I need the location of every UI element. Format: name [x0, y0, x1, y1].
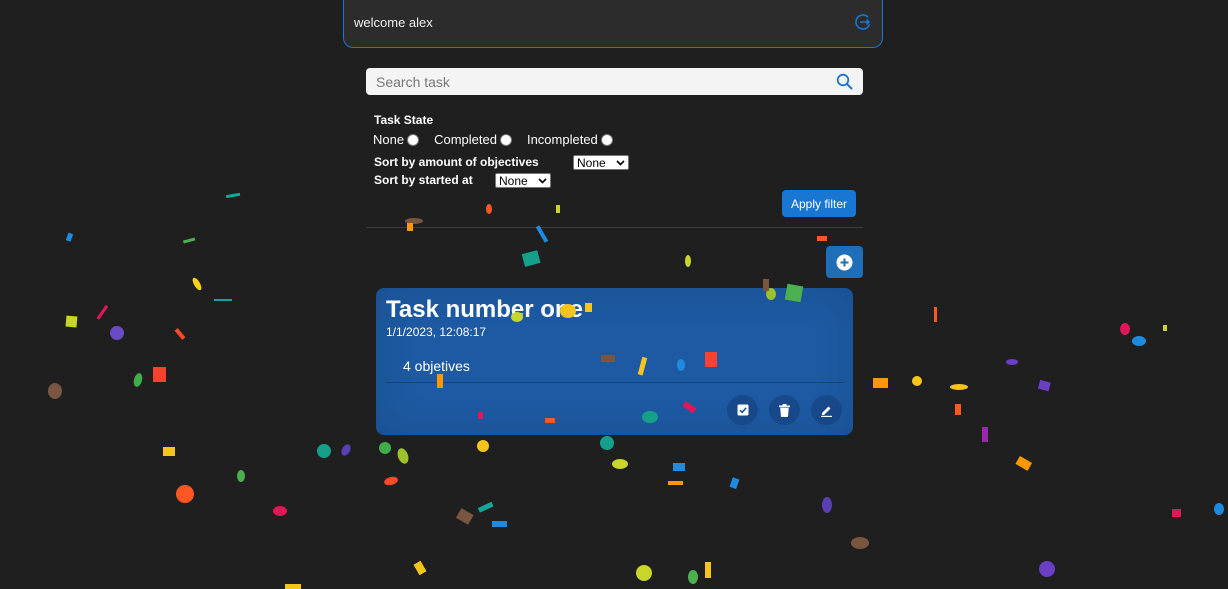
sort-started-select[interactable]: None	[495, 173, 551, 188]
sort-started-label: Sort by started at	[374, 173, 473, 187]
divider	[366, 227, 863, 228]
pencil-icon	[821, 406, 832, 417]
add-task-button[interactable]	[826, 246, 863, 278]
task-state-radio-group: None Completed Incompleted	[373, 132, 628, 147]
task-card[interactable]: Task number one 1/1/2023, 12:08:17 4 obj…	[376, 288, 853, 435]
sort-objectives-select[interactable]: None	[573, 155, 629, 170]
search-input[interactable]	[366, 68, 836, 95]
select-value: None	[499, 173, 528, 188]
search-icon[interactable]	[836, 73, 853, 90]
complete-task-button[interactable]	[727, 395, 758, 425]
chevron-down-icon	[538, 177, 547, 184]
checkbox-icon	[737, 404, 748, 416]
select-value: None	[577, 155, 606, 170]
plus-circle-icon	[836, 254, 853, 270]
chevron-down-icon	[616, 159, 625, 166]
logout-icon[interactable]	[854, 13, 872, 31]
task-state-heading: Task State	[374, 113, 434, 127]
task-title: Task number one	[386, 296, 583, 323]
radio-option-incompleted[interactable]: Incompleted	[527, 132, 613, 147]
delete-task-button[interactable]	[769, 395, 800, 425]
edit-task-button[interactable]	[811, 395, 842, 425]
radio-label: None	[373, 132, 405, 147]
welcome-text: welcome alex	[354, 15, 433, 30]
trash-icon	[779, 403, 790, 417]
filter-panel: Task State None Completed Incompleted So…	[366, 110, 863, 228]
radio-label: Incompleted	[526, 132, 598, 147]
apply-filter-button[interactable]: Apply filter	[782, 190, 856, 217]
app-root: welcome alex Task State None Completed I	[0, 0, 1228, 589]
search-bar	[366, 68, 863, 95]
radio-label: Completed	[434, 132, 497, 147]
radio-option-completed[interactable]: Completed	[434, 132, 512, 147]
radio-button[interactable]	[499, 133, 512, 146]
card-divider	[386, 382, 843, 383]
header-bar: welcome alex	[343, 0, 883, 48]
sort-objectives-row: Sort by amount of objectives None	[374, 155, 629, 170]
task-objectives[interactable]: 4 objetives	[403, 358, 470, 374]
task-date: 1/1/2023, 12:08:17	[386, 325, 487, 339]
radio-button[interactable]	[600, 133, 613, 146]
radio-button[interactable]	[407, 133, 420, 146]
radio-option-none[interactable]: None	[373, 132, 420, 147]
sort-objectives-label: Sort by amount of objectives	[374, 155, 539, 169]
sort-started-row: Sort by started at None	[374, 173, 551, 188]
